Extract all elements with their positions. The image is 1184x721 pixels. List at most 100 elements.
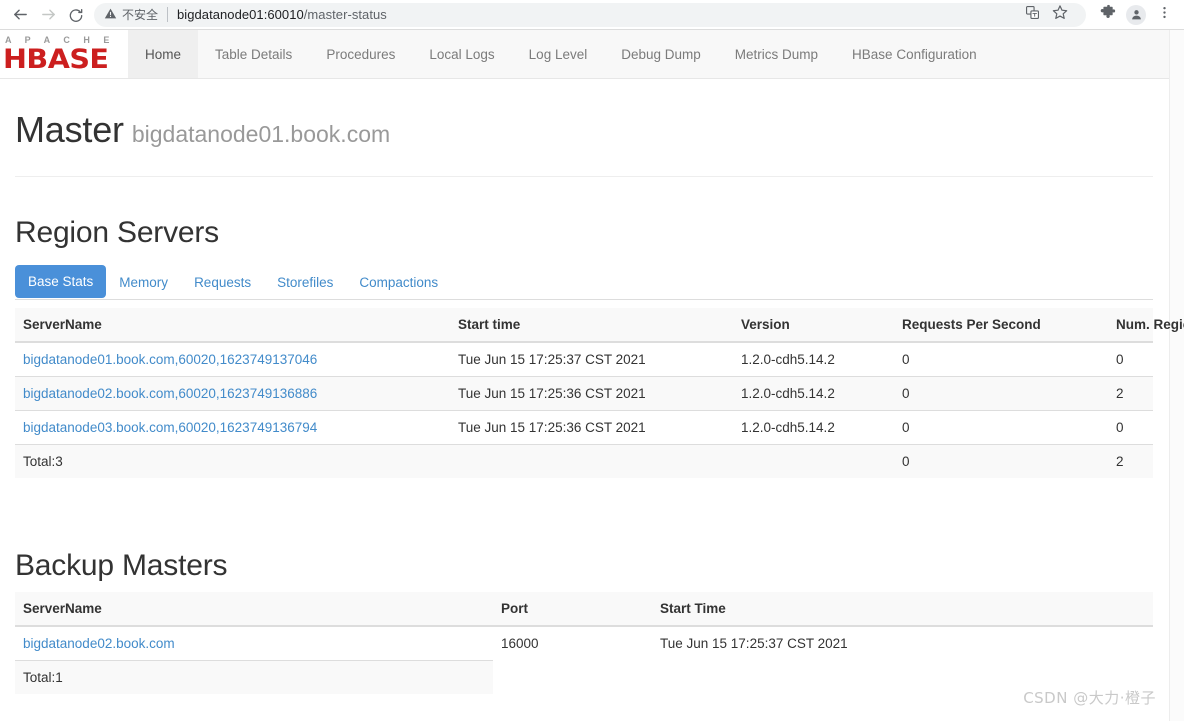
cell-total-port — [493, 660, 652, 694]
page-title: Master bigdatanode01.book.com — [15, 108, 1153, 156]
translate-icon — [1025, 5, 1040, 25]
puzzle-icon — [1100, 4, 1117, 26]
cell-start-time: Tue Jun 15 17:25:37 CST 2021 — [450, 341, 733, 377]
table-header-row: ServerName Port Start Time — [15, 592, 1153, 627]
backup-masters-tbody: bigdatanode02.book.com 16000 Tue Jun 15 … — [15, 625, 1153, 694]
table-row: bigdatanode01.book.com,60020,16237491370… — [15, 341, 1153, 377]
browser-toolbar-icons — [1094, 1, 1184, 29]
arrow-right-icon — [40, 6, 57, 23]
csdn-watermark: CSDN @大力·橙子 — [1023, 689, 1156, 707]
region-servers-tabs: Base Stats Memory Requests Storefiles Co… — [15, 265, 1153, 300]
extensions-button[interactable] — [1094, 1, 1122, 29]
server-link[interactable]: bigdatanode03.book.com,60020,16237491367… — [23, 420, 317, 435]
region-servers-thead: ServerName Start time Version Requests P… — [15, 308, 1184, 343]
browser-toolbar: 不安全 bigdatanode01:60010/master-status — [0, 0, 1184, 30]
cell-total-requests-per-second: 0 — [894, 444, 1108, 478]
region-servers-table-wrap: ServerName Start time Version Requests P… — [15, 308, 1184, 478]
region-servers-heading: Region Servers — [15, 216, 219, 249]
url-text: bigdatanode01:60010/master-status — [177, 7, 387, 22]
nav-item-local-logs[interactable]: Local Logs — [412, 30, 511, 78]
table-total-row: Total:3 0 2 — [15, 444, 1153, 478]
backup-masters-thead: ServerName Port Start Time — [15, 592, 1153, 627]
cell-requests-per-second: 0 — [894, 410, 1108, 445]
region-servers-table: ServerName Start time Version Requests P… — [15, 308, 1184, 478]
cell-requests-per-second: 0 — [894, 341, 1108, 377]
profile-button[interactable] — [1122, 1, 1150, 29]
hbase-logo[interactable]: A P A C H E HBASE — [0, 30, 128, 78]
nav-item-hbase-configuration[interactable]: HBase Configuration — [835, 30, 994, 78]
table-row: bigdatanode02.book.com 16000 Tue Jun 15 … — [15, 625, 1153, 661]
reload-icon — [68, 7, 84, 23]
cell-start-time: Tue Jun 15 17:25:36 CST 2021 — [450, 376, 733, 411]
nav-item-home[interactable]: Home — [128, 30, 199, 78]
tab-base-stats[interactable]: Base Stats — [15, 265, 107, 298]
cell-servername: bigdatanode01.book.com,60020,16237491370… — [15, 341, 450, 377]
table-row: bigdatanode02.book.com,60020,16237491368… — [15, 376, 1153, 411]
cell-servername: bigdatanode02.book.com,60020,16237491368… — [15, 376, 450, 411]
backup-masters-heading: Backup Masters — [15, 549, 228, 582]
nav-item-log-level[interactable]: Log Level — [512, 30, 605, 78]
cell-total-label: Total:1 — [15, 660, 493, 694]
reload-button[interactable] — [62, 1, 90, 29]
title-divider — [15, 176, 1153, 177]
browser-menu-button[interactable] — [1150, 1, 1178, 29]
forward-button[interactable] — [34, 1, 62, 29]
hbase-nav-items: Home Table Details Procedures Local Logs… — [128, 30, 994, 78]
table-header-row: ServerName Start time Version Requests P… — [15, 308, 1184, 343]
cell-servername: bigdatanode02.book.com — [15, 625, 493, 661]
backup-master-link[interactable]: bigdatanode02.book.com — [23, 636, 175, 651]
cell-version: 1.2.0-cdh5.14.2 — [733, 341, 894, 377]
col-num-regions: Num. Regions — [1108, 308, 1184, 343]
logo-hbase-text: HBASE — [3, 44, 109, 75]
nav-item-debug-dump[interactable]: Debug Dump — [604, 30, 718, 78]
cell-total-version — [733, 444, 894, 478]
master-title-text: Master — [15, 109, 124, 150]
col-port: Port — [493, 592, 652, 627]
col-servername: ServerName — [15, 592, 493, 627]
warning-triangle-icon — [104, 7, 117, 23]
nav-item-procedures[interactable]: Procedures — [309, 30, 412, 78]
nav-item-table-details[interactable]: Table Details — [198, 30, 309, 78]
col-version: Version — [733, 308, 894, 343]
profile-avatar-icon — [1126, 4, 1146, 25]
cell-port: 16000 — [493, 625, 652, 661]
address-bar[interactable]: 不安全 bigdatanode01:60010/master-status — [94, 1, 1086, 29]
col-start-time: Start time — [450, 308, 733, 343]
backup-masters-table: ServerName Port Start Time bigdatanode02… — [15, 592, 1153, 694]
server-link[interactable]: bigdatanode02.book.com,60020,16237491368… — [23, 386, 317, 401]
col-requests-per-second: Requests Per Second — [894, 308, 1108, 343]
tab-storefiles[interactable]: Storefiles — [264, 266, 346, 299]
hbase-navbar: A P A C H E HBASE Home Table Details Pro… — [0, 30, 1169, 79]
cell-requests-per-second: 0 — [894, 376, 1108, 411]
content-container: Master bigdatanode01.book.com Region Serv… — [0, 108, 1184, 721]
tab-memory[interactable]: Memory — [106, 266, 181, 299]
cell-total-label: Total:3 — [15, 444, 450, 478]
region-servers-tbody: bigdatanode01.book.com,60020,16237491370… — [15, 341, 1153, 478]
tab-compactions[interactable]: Compactions — [346, 266, 451, 299]
nav-item-metrics-dump[interactable]: Metrics Dump — [718, 30, 835, 78]
cell-num-regions: 0 — [1108, 341, 1153, 377]
tab-requests[interactable]: Requests — [181, 266, 264, 299]
col-servername: ServerName — [15, 308, 450, 343]
arrow-left-icon — [12, 6, 29, 23]
page-body: A P A C H E HBASE Home Table Details Pro… — [0, 30, 1184, 721]
cell-start-time: Tue Jun 15 17:25:37 CST 2021 — [652, 625, 1153, 661]
bookmark-button[interactable] — [1046, 1, 1074, 29]
security-indicator[interactable]: 不安全 — [104, 6, 158, 23]
cell-servername: bigdatanode03.book.com,60020,16237491367… — [15, 410, 450, 445]
omnibox-actions — [1018, 1, 1076, 29]
cell-num-regions: 0 — [1108, 410, 1153, 445]
navigation-buttons — [0, 1, 90, 29]
cell-start-time: Tue Jun 15 17:25:36 CST 2021 — [450, 410, 733, 445]
cell-version: 1.2.0-cdh5.14.2 — [733, 410, 894, 445]
server-link[interactable]: bigdatanode01.book.com,60020,16237491370… — [23, 352, 317, 367]
page-viewport: A P A C H E HBASE Home Table Details Pro… — [0, 30, 1184, 721]
col-start-time: Start Time — [652, 592, 1153, 627]
cell-total-num-regions: 2 — [1108, 444, 1153, 478]
kebab-menu-icon — [1157, 5, 1172, 25]
vertical-scrollbar[interactable] — [1169, 30, 1184, 721]
back-button[interactable] — [6, 1, 34, 29]
backup-masters-table-wrap: ServerName Port Start Time bigdatanode02… — [15, 592, 1153, 694]
translate-button[interactable] — [1018, 1, 1046, 29]
